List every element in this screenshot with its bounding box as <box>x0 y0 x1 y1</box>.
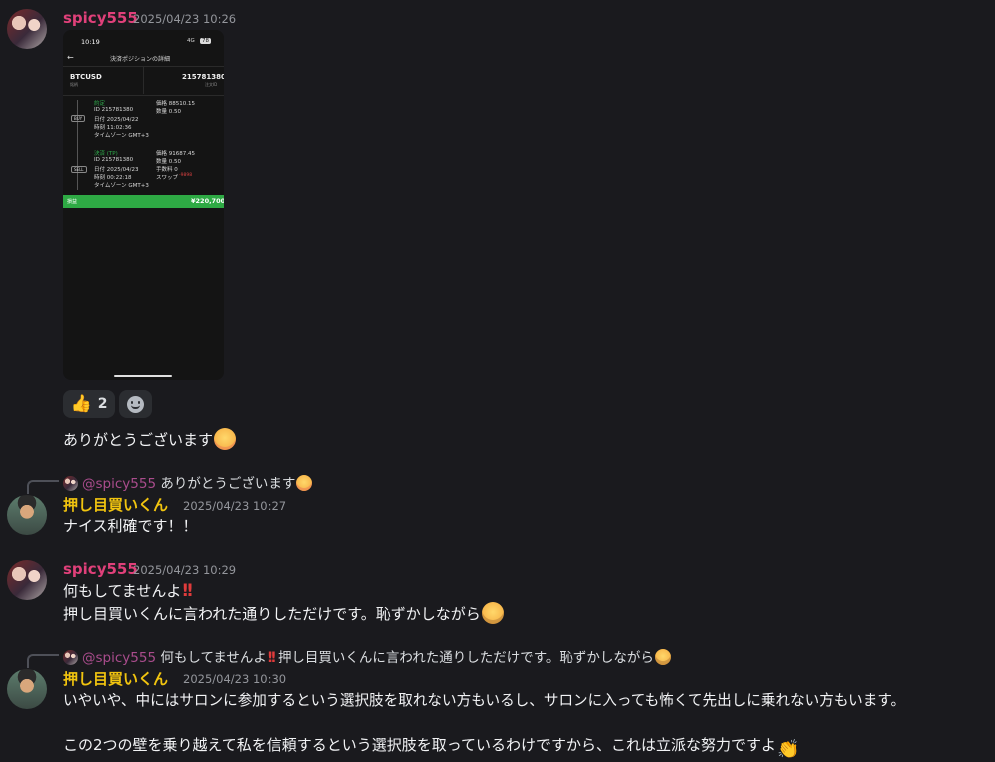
add-reaction-button[interactable] <box>119 390 152 418</box>
reply-connector <box>27 480 59 494</box>
symbol-sub: 銘柄 <box>70 82 78 87</box>
author-name[interactable]: 押し目買いくん <box>63 668 168 689</box>
timestamp: 2025/04/23 10:29 <box>133 563 237 577</box>
close-id: ID 215781380 <box>94 157 134 163</box>
reply-text: ありがとうございます <box>160 476 296 492</box>
home-indicator <box>114 375 172 377</box>
symbol: BTCUSD <box>70 73 102 81</box>
reply-mention[interactable]: @spicy555 <box>82 476 156 492</box>
open-status: 約定 <box>94 101 106 107</box>
reply-avatar <box>63 476 78 491</box>
attachment-image[interactable]: 10:19 4G 78 ← 決済ポジションの詳細 BTCUSD 銘柄 21578… <box>63 30 224 380</box>
double-exclamation-icon: !! <box>181 581 193 601</box>
reply-text: 何もしてませんよ <box>160 650 267 666</box>
smiling-face-icon <box>214 428 237 450</box>
grinning-sweat-icon <box>481 602 504 624</box>
message-text: ありがとうございます <box>63 428 237 450</box>
open-date: 日付 2025/04/22 <box>94 117 139 123</box>
avatar[interactable] <box>7 9 47 49</box>
close-swap-value: -9898 <box>179 173 193 178</box>
open-price: 価格 88510.15 <box>156 101 195 107</box>
message-text: 何もしてませんよ!! <box>63 581 194 601</box>
clapping-hands-icon: 👏 <box>777 739 800 760</box>
open-qty: 数量 0.50 <box>156 109 181 115</box>
avatar[interactable] <box>7 495 47 535</box>
reply-connector <box>27 654 59 668</box>
close-qty: 数量 0.50 <box>156 159 181 165</box>
signal-label: 4G <box>187 38 195 44</box>
close-status: 決済 (TP) <box>94 151 118 157</box>
author-name[interactable]: 押し目買いくん <box>63 494 168 515</box>
ticket-number: 215781380 <box>182 73 224 81</box>
smiling-face-icon <box>296 475 313 491</box>
reply-preview[interactable]: @spicy555 何もしてませんよ!! 押し目買いくんに言われた通りしただけで… <box>63 646 671 666</box>
reply-mention[interactable]: @spicy555 <box>82 650 156 666</box>
reaction-thumbs-up[interactable]: 👍 2 <box>63 390 115 418</box>
message-text: いやいや、中にはサロンに参加するという選択肢を取れない方もいるし、サロンに入って… <box>63 692 906 709</box>
profit-label: 損益 <box>67 199 78 205</box>
timestamp: 2025/04/23 10:27 <box>183 499 287 513</box>
add-reaction-icon <box>127 395 144 413</box>
reaction-count: 2 <box>97 396 108 412</box>
timestamp: 2025/04/23 10:30 <box>183 672 287 686</box>
avatar[interactable] <box>7 669 47 709</box>
timeline-line <box>77 100 78 190</box>
buy-tag: BUY <box>71 115 86 122</box>
ticket-sub: 注文ID <box>205 82 218 87</box>
reply-text: 押し目買いくんに言われた通りしただけです。恥ずかしながら <box>277 650 654 666</box>
avatar[interactable] <box>7 560 47 600</box>
open-id: ID 215781380 <box>94 107 134 113</box>
close-tz: タイムゾーン GMT+3 <box>94 183 149 189</box>
status-time: 10:19 <box>81 38 100 46</box>
reply-preview[interactable]: @spicy555 ありがとうございます <box>63 472 313 492</box>
back-arrow-icon: ← <box>67 53 74 62</box>
author-name[interactable]: spicy555 <box>63 9 138 27</box>
profit-value: ¥220,700 <box>191 197 224 205</box>
close-price: 価格 91687.45 <box>156 151 195 157</box>
reply-avatar <box>63 650 78 665</box>
sell-tag: SELL <box>71 166 87 173</box>
battery-level: 78 <box>200 38 211 44</box>
divider <box>143 66 144 94</box>
message-text: ナイス利確です！！ <box>63 517 198 535</box>
thumbs-up-icon: 👍 <box>70 394 92 414</box>
close-fee: 手数料 0 <box>156 167 178 173</box>
grinning-sweat-icon <box>654 649 671 665</box>
open-tz: タイムゾーン GMT+3 <box>94 133 149 139</box>
open-time: 時刻 11:02:36 <box>94 125 132 131</box>
screen-title: 決済ポジションの詳細 <box>110 56 171 63</box>
author-name[interactable]: spicy555 <box>63 560 138 578</box>
close-date: 日付 2025/04/23 <box>94 167 139 173</box>
message-text: 押し目買いくんに言われた通りしただけです。恥ずかしながら <box>63 602 504 624</box>
double-exclamation-icon: !! <box>266 650 277 666</box>
message-text: この2つの壁を乗り越えて私を信頼するという選択肢を取っているわけですから、これは… <box>63 736 800 760</box>
timestamp: 2025/04/23 10:26 <box>133 12 237 26</box>
close-time: 時刻 00:22:18 <box>94 175 132 181</box>
close-swap-label: スワップ <box>156 175 179 181</box>
